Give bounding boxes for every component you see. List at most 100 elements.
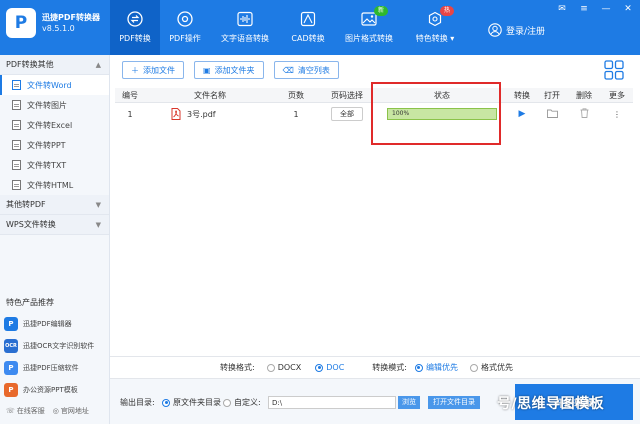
window-controls: ✉ ≡ — ✕ xyxy=(556,4,634,14)
user-icon xyxy=(488,23,502,37)
sidebar-item-to-word[interactable]: 文件转Word xyxy=(0,75,109,95)
promo-ppt-templates[interactable]: P 办公资源PPT模板 xyxy=(4,379,106,401)
section-label: PDF转换其他 xyxy=(6,60,54,69)
pdf-compress-icon: P xyxy=(4,361,18,375)
top-bar: P 迅捷PDF转换器 v8.5.1.0 PDF转换 PDF操作 文字语音转换 C… xyxy=(0,0,640,55)
output-path-input[interactable] xyxy=(268,396,396,409)
tab-label: PDF操作 xyxy=(169,34,201,43)
document-icon xyxy=(12,80,21,90)
document-icon xyxy=(12,100,21,110)
sidebar-item-label: 文件转HTML xyxy=(27,180,74,190)
page-range-button[interactable]: 全部 xyxy=(331,107,363,121)
sidebar-item-label: 文件转Word xyxy=(27,80,72,90)
row-delete-cell xyxy=(567,108,601,120)
sidebar-section-pdf-convert-other[interactable]: PDF转换其他 ▲ xyxy=(0,55,109,75)
add-file-label: 添加文件 xyxy=(143,65,175,75)
sidebar-item-label: 文件转图片 xyxy=(27,100,67,110)
header-name: 文件名称 xyxy=(194,90,226,100)
radio-label: 原文件夹目录 xyxy=(173,398,221,407)
chevron-up-icon: ▲ xyxy=(95,60,101,69)
radio-label: 格式优先 xyxy=(480,363,513,372)
hot-badge: 热 xyxy=(439,6,454,16)
format-doc-radio[interactable]: DOC xyxy=(315,363,344,372)
promo-ocr[interactable]: OCR 迅捷OCR文字识别软件 xyxy=(4,335,106,357)
tab-pdf-convert[interactable]: PDF转换 xyxy=(110,0,160,55)
radio-dot xyxy=(315,363,324,372)
tab-label: CAD转换 xyxy=(291,34,325,43)
sidebar-section-other-to-pdf[interactable]: 其他转PDF ▼ xyxy=(0,195,109,215)
row-pages: 1 xyxy=(293,109,299,119)
add-folder-button[interactable]: ▣ 添加文件夹 xyxy=(194,61,264,79)
cad-icon xyxy=(300,11,316,27)
login-button[interactable]: 登录/注册 xyxy=(488,23,545,37)
add-file-button[interactable]: ＋ 添加文件 xyxy=(122,61,184,79)
format-docx-radio[interactable]: DOCX xyxy=(266,363,301,372)
header-range: 页码选择 xyxy=(331,90,363,100)
new-badge: 新 xyxy=(373,6,388,16)
output-source-radio[interactable]: 原文件夹目录 xyxy=(162,397,221,408)
sidebar-item-label: 文件转TXT xyxy=(27,160,67,170)
row-convert-cell: ▶ xyxy=(507,109,537,119)
radio-label: 自定义: xyxy=(234,398,261,407)
audio-wave-icon xyxy=(237,11,253,27)
mode-format-radio[interactable]: 格式优先 xyxy=(469,362,513,373)
tab-cad-convert[interactable]: CAD转换 xyxy=(280,0,336,55)
folder-open-icon[interactable] xyxy=(546,109,558,118)
sidebar-item-to-excel[interactable]: 文件转Excel xyxy=(0,115,109,135)
skin-icon[interactable]: ✉ xyxy=(556,4,568,14)
header-convert: 转换 xyxy=(514,90,530,100)
tab-image-convert[interactable]: 新 图片格式转换 xyxy=(336,0,402,55)
tab-label: 图片格式转换 xyxy=(345,34,393,43)
browse-button[interactable]: 浏览 xyxy=(398,396,420,409)
row-open-cell xyxy=(537,109,567,120)
folder-plus-icon: ▣ xyxy=(203,65,211,75)
online-service-link[interactable]: ☏ 在线客服 xyxy=(6,406,45,416)
sidebar-item-to-txt[interactable]: 文件转TXT xyxy=(0,155,109,175)
output-label: 输出目录: xyxy=(120,398,155,407)
row-name-cell: 3号.pdf xyxy=(145,108,275,120)
format-bar: 转换格式: DOCX DOC 转换模式: 编辑优先 格式优先 xyxy=(110,356,640,378)
toolbar: ＋ 添加文件 ▣ 添加文件夹 ⌫ 清空列表 xyxy=(122,61,339,79)
sidebar-item-to-html[interactable]: 文件转HTML xyxy=(0,175,109,195)
more-options-icon[interactable]: ⋮ xyxy=(601,110,633,119)
radio-dot xyxy=(469,363,478,372)
menu-icon[interactable]: ≡ xyxy=(578,4,590,14)
document-icon xyxy=(12,120,21,130)
tab-special-convert[interactable]: 热 特色转换 ▾ xyxy=(402,0,468,55)
grid-view-icon[interactable] xyxy=(604,60,624,80)
output-custom-radio[interactable]: 自定义: xyxy=(223,397,261,408)
promo-pdf-editor[interactable]: P 迅捷PDF编辑器 xyxy=(4,313,106,335)
ppt-template-icon: P xyxy=(4,383,18,397)
status-highlight-box xyxy=(371,82,501,145)
close-icon[interactable]: ✕ xyxy=(622,4,634,14)
section-label: WPS文件转换 xyxy=(6,220,56,229)
online-service-label: 在线客服 xyxy=(16,407,45,415)
tab-label-text: 特色转换 xyxy=(415,34,448,43)
header-num: 编号 xyxy=(122,90,138,100)
header-delete: 删除 xyxy=(576,90,592,100)
play-icon[interactable]: ▶ xyxy=(519,109,526,119)
minimize-icon[interactable]: — xyxy=(600,4,612,14)
document-icon xyxy=(12,180,21,190)
watermark-text: 号/思维导图模板 xyxy=(497,396,605,412)
main-nav: PDF转换 PDF操作 文字语音转换 CAD转换 新 图片格式转换 热 特色转换… xyxy=(110,0,468,55)
open-directory-button[interactable]: 打开文件目录 xyxy=(428,396,480,409)
tab-pdf-operations[interactable]: PDF操作 xyxy=(160,0,210,55)
sidebar-section-wps-convert[interactable]: WPS文件转换 ▼ xyxy=(0,215,109,235)
exchange-icon xyxy=(127,11,143,27)
promo-label: 迅捷PDF压缩软件 xyxy=(23,364,79,372)
file-name: 3号.pdf xyxy=(187,109,216,119)
trash-icon[interactable] xyxy=(580,108,589,118)
promo-label: 迅捷OCR文字识别软件 xyxy=(23,342,95,350)
clear-list-button[interactable]: ⌫ 清空列表 xyxy=(273,61,339,79)
brand: P 迅捷PDF转换器 v8.5.1.0 xyxy=(6,8,100,38)
promo-pdf-compress[interactable]: P 迅捷PDF压缩软件 xyxy=(4,357,106,379)
ocr-icon: OCR xyxy=(4,339,18,353)
logo-letter: P xyxy=(14,13,28,33)
sidebar-item-to-ppt[interactable]: 文件转PPT xyxy=(0,135,109,155)
sidebar-item-to-image[interactable]: 文件转图片 xyxy=(0,95,109,115)
mode-edit-radio[interactable]: 编辑优先 xyxy=(414,362,458,373)
tab-text-speech[interactable]: 文字语音转换 xyxy=(210,0,280,55)
website-link[interactable]: ◎ 官网地址 xyxy=(53,406,89,416)
header-pages: 页数 xyxy=(288,90,304,100)
